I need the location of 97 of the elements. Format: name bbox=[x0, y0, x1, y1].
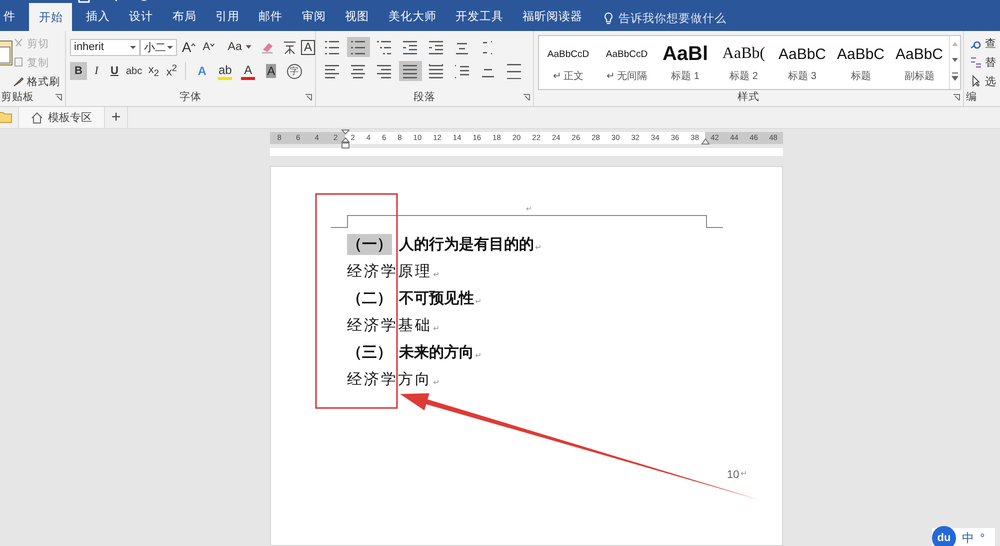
decrease-indent-icon bbox=[403, 39, 418, 55]
style-item[interactable]: AaBl 标题 1 bbox=[656, 36, 714, 89]
paragraph-mark: ↵ bbox=[433, 270, 442, 279]
font-style-button[interactable]: abc bbox=[124, 62, 144, 80]
heading-number: （二） bbox=[347, 289, 392, 309]
multilevel-list-icon bbox=[377, 39, 392, 55]
input-method-bar[interactable]: du 中 ° bbox=[932, 528, 995, 546]
menu-tab[interactable]: 开发工具 bbox=[446, 5, 514, 31]
editing-button[interactable]: 查 bbox=[970, 35, 1000, 51]
editing-button[interactable]: 选 bbox=[970, 73, 1000, 89]
character-border-button[interactable]: A bbox=[300, 40, 315, 54]
align-center-icon bbox=[351, 63, 366, 79]
dropdown-caret-icon bbox=[166, 46, 173, 48]
font-color-button[interactable]: ab bbox=[214, 61, 236, 81]
distributed-icon bbox=[429, 63, 444, 79]
paragraph-mark: ↵ bbox=[433, 378, 442, 387]
dialog-launcher-icon[interactable] bbox=[55, 94, 62, 101]
style-item[interactable]: AaBbCcD ↵ 正文 bbox=[539, 36, 598, 89]
heading-number: （一） bbox=[347, 234, 392, 255]
increase-indent-icon bbox=[429, 39, 444, 55]
right-indent-marker-icon[interactable] bbox=[701, 138, 710, 145]
input-mode: 中 bbox=[962, 530, 974, 546]
font-family-field[interactable]: inherit bbox=[70, 38, 140, 56]
brush-icon bbox=[13, 76, 24, 87]
font-color-button[interactable]: A bbox=[237, 61, 260, 81]
dialog-launcher-icon[interactable] bbox=[523, 94, 530, 101]
group-label: 样式 bbox=[736, 90, 760, 104]
font-color-button[interactable]: A bbox=[260, 61, 282, 81]
justify-icon bbox=[403, 63, 418, 79]
body-text: 经济学基础 bbox=[347, 316, 432, 335]
group-label: 段落 bbox=[412, 90, 436, 104]
body-text: 经济学方向 bbox=[347, 370, 432, 389]
dialog-launcher-icon[interactable] bbox=[953, 94, 960, 101]
bullet-list-icon bbox=[325, 39, 340, 55]
paragraph-mark: ↵ bbox=[475, 297, 482, 306]
menu-tab[interactable]: 福昕阅读器 bbox=[513, 5, 592, 31]
page-number: 10 bbox=[727, 469, 740, 483]
font-style-button[interactable]: U bbox=[106, 62, 123, 80]
borders-icon bbox=[507, 63, 522, 79]
dropdown-caret-icon bbox=[244, 44, 252, 50]
font-style-button[interactable]: x$^{2}$ bbox=[163, 62, 180, 80]
style-item[interactable]: AaBbC 标题 bbox=[832, 36, 890, 89]
menu-tab[interactable]: 审阅 bbox=[292, 5, 336, 31]
pinyin-guide-icon[interactable] bbox=[282, 39, 297, 55]
style-item[interactable]: AaBbC 标题 3 bbox=[773, 36, 832, 89]
copy-icon bbox=[13, 57, 24, 68]
heading-text: 人的行为是有目的的 bbox=[399, 235, 534, 254]
scissors-icon bbox=[13, 38, 24, 49]
numbered-list-icon bbox=[351, 39, 366, 55]
style-item[interactable]: AaBbCcD ↵ 无间隔 bbox=[598, 36, 656, 89]
align-right-icon bbox=[377, 63, 392, 79]
editing-button[interactable]: 替 bbox=[970, 54, 1000, 70]
menu-tab[interactable]: 美化大师 bbox=[378, 5, 446, 31]
heading-number: （三） bbox=[347, 343, 392, 363]
grow-font-button[interactable]: A bbox=[180, 38, 198, 56]
indent-marker-icon[interactable] bbox=[341, 129, 350, 149]
menu-tab[interactable]: 设计 bbox=[120, 5, 163, 31]
heading-text: 不可预见性 bbox=[399, 289, 474, 308]
shrink-font-button[interactable]: A bbox=[200, 38, 217, 56]
paragraph-mark: ↵ bbox=[475, 351, 482, 360]
paragraph-mark: ↵ bbox=[535, 243, 542, 252]
dropdown-caret-icon bbox=[130, 46, 136, 48]
font-style-button[interactable]: x$_{2}$ bbox=[145, 62, 162, 80]
font-style-button[interactable]: I bbox=[88, 62, 105, 80]
menu-tab[interactable]: 件 bbox=[0, 5, 26, 31]
replace-icon bbox=[970, 56, 982, 68]
menu-tab[interactable]: 视图 bbox=[336, 5, 379, 31]
heading-text: 未来的方向 bbox=[399, 343, 474, 362]
menu-tab[interactable]: 引用 bbox=[206, 5, 250, 31]
punctuation-mode: ° bbox=[980, 531, 985, 545]
home-icon bbox=[31, 112, 43, 124]
add-tab-button[interactable]: + bbox=[105, 107, 128, 128]
group-label: 剪贴板 bbox=[1, 90, 35, 104]
paragraph-mark: ↵ bbox=[740, 469, 748, 478]
clipboard-button[interactable]: 格式刷 bbox=[13, 73, 60, 90]
lightbulb-icon bbox=[604, 12, 614, 24]
group-label: 编 bbox=[966, 90, 978, 104]
font-size-field[interactable]: 小二 bbox=[140, 38, 177, 56]
body-text: 经济学原理 bbox=[347, 262, 432, 281]
style-item[interactable]: AaBbC 副标题 bbox=[890, 36, 948, 89]
paragraph-button[interactable] bbox=[399, 61, 422, 81]
menu-tab[interactable]: 开始 bbox=[29, 3, 72, 31]
menu-tab[interactable]: 邮件 bbox=[249, 5, 292, 31]
dialog-launcher-icon[interactable] bbox=[305, 94, 312, 101]
group-label: 字体 bbox=[178, 90, 202, 104]
cursor-icon bbox=[970, 75, 982, 87]
input-method-logo: du bbox=[932, 526, 956, 546]
document-tab[interactable]: 模板专区 bbox=[18, 107, 105, 128]
change-case-button[interactable]: Aa bbox=[226, 38, 254, 56]
menu-tab[interactable]: 布局 bbox=[162, 5, 206, 31]
paragraph-mark: ↵ bbox=[433, 324, 442, 333]
align-left-icon bbox=[325, 63, 340, 79]
menu-tab[interactable]: 插入 bbox=[76, 5, 120, 31]
tell-me-field[interactable]: 告诉我你想要做什么 bbox=[604, 5, 726, 31]
font-style-button[interactable]: B bbox=[70, 62, 87, 80]
style-item[interactable]: AaBb( 标题 2 bbox=[714, 36, 773, 89]
paragraph-button[interactable] bbox=[347, 37, 370, 57]
